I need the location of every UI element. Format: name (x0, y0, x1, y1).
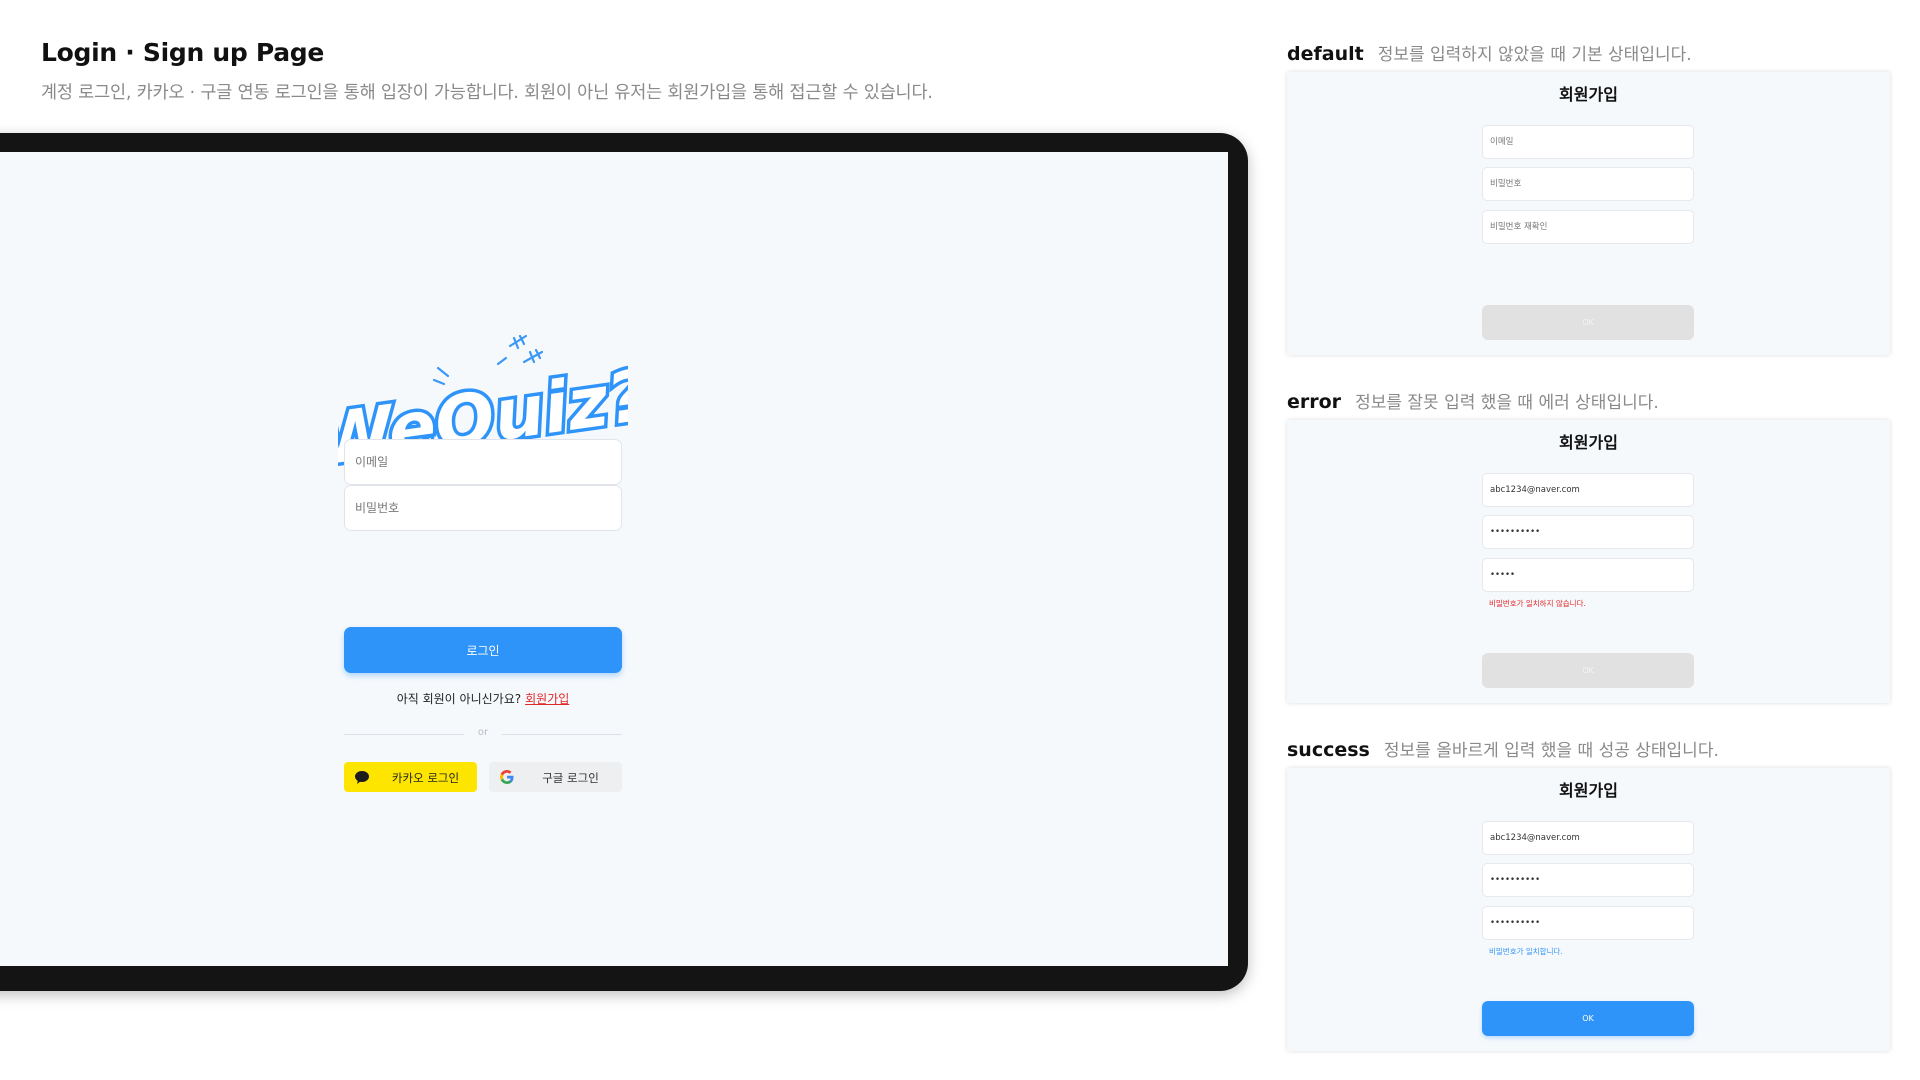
signup-link[interactable]: 회원가입 (525, 692, 569, 706)
ok-button[interactable]: OK (1482, 1001, 1694, 1036)
password-input[interactable] (344, 485, 622, 531)
join-prompt-text: 아직 회원이 아니신가요? (396, 692, 522, 706)
state-heading-success: success 정보를 올바르게 입력 했을 때 성공 상태입니다. (1287, 736, 1719, 761)
kakao-chat-icon (355, 771, 369, 784)
password-field[interactable]: •••••••••• (1482, 515, 1694, 549)
google-login-label: 구글 로그인 (542, 771, 599, 785)
page-title: Login · Sign up Page (41, 38, 325, 67)
email-field[interactable]: abc1234@naver.com (1482, 473, 1694, 507)
state-label: success (1287, 739, 1370, 761)
page-header: Login · Sign up Page 계정 로그인, 카카오 · 구글 연동… (41, 38, 1221, 104)
state-description: 정보를 올바르게 입력 했을 때 성공 상태입니다. (1383, 741, 1719, 761)
state-description: 정보를 입력하지 않았을 때 기본 상태입니다. (1377, 45, 1692, 65)
tablet-mockup: WeQuiz? 로그인 아직 회원이 아니신가요?회원가입 or 카카오 로그인 (0, 133, 1248, 991)
signup-panel-success: 회원가입 abc1234@naver.com •••••••••• ••••••… (1287, 768, 1890, 1051)
state-description: 정보를 잘못 입력 했을 때 에러 상태입니다. (1355, 393, 1659, 413)
email-input[interactable] (344, 439, 622, 485)
error-message: 비밀번호가 일치하지 않습니다. (1489, 599, 1586, 608)
email-field[interactable]: abc1234@naver.com (1482, 821, 1694, 855)
panel-title: 회원가입 (1559, 781, 1618, 800)
signup-panel-error: 회원가입 abc1234@naver.com •••••••••• ••••• … (1287, 420, 1890, 703)
panel-title: 회원가입 (1559, 85, 1618, 104)
state-heading-error: error 정보를 잘못 입력 했을 때 에러 상태입니다. (1287, 388, 1659, 413)
success-message: 비밀번호가 일치합니다. (1489, 947, 1563, 956)
kakao-login-label: 카카오 로그인 (391, 771, 460, 785)
kakao-login-button[interactable]: 카카오 로그인 (344, 762, 477, 792)
or-divider: or (344, 727, 622, 741)
ok-button[interactable]: OK (1482, 653, 1694, 688)
state-heading-default: default 정보를 입력하지 않았을 때 기본 상태입니다. (1287, 40, 1692, 65)
signup-panel-default: 회원가입 이메일 비밀번호 비밀번호 재확인 OK (1287, 72, 1890, 355)
state-label: error (1287, 391, 1342, 413)
password-confirm-field[interactable]: 비밀번호 재확인 (1482, 210, 1694, 244)
page-subtitle: 계정 로그인, 카카오 · 구글 연동 로그인을 통해 입장이 가능합니다. 회… (41, 83, 933, 103)
state-label: default (1287, 43, 1364, 65)
email-field[interactable]: 이메일 (1482, 125, 1694, 159)
login-screen: WeQuiz? 로그인 아직 회원이 아니신가요?회원가입 or 카카오 로그인 (0, 152, 1228, 966)
password-field[interactable]: 비밀번호 (1482, 167, 1694, 201)
password-confirm-field[interactable]: ••••• (1482, 558, 1694, 592)
login-button[interactable]: 로그인 (344, 627, 622, 673)
ok-button[interactable]: OK (1482, 305, 1694, 340)
google-g-icon (500, 770, 514, 784)
divider-line-right (502, 734, 622, 735)
google-login-button[interactable]: 구글 로그인 (489, 762, 622, 792)
panel-title: 회원가입 (1559, 433, 1618, 452)
divider-text: or (477, 727, 489, 738)
password-confirm-field[interactable]: •••••••••• (1482, 906, 1694, 940)
password-field[interactable]: •••••••••• (1482, 863, 1694, 897)
join-prompt-row: 아직 회원이 아니신가요? 회원가입 (344, 690, 622, 707)
